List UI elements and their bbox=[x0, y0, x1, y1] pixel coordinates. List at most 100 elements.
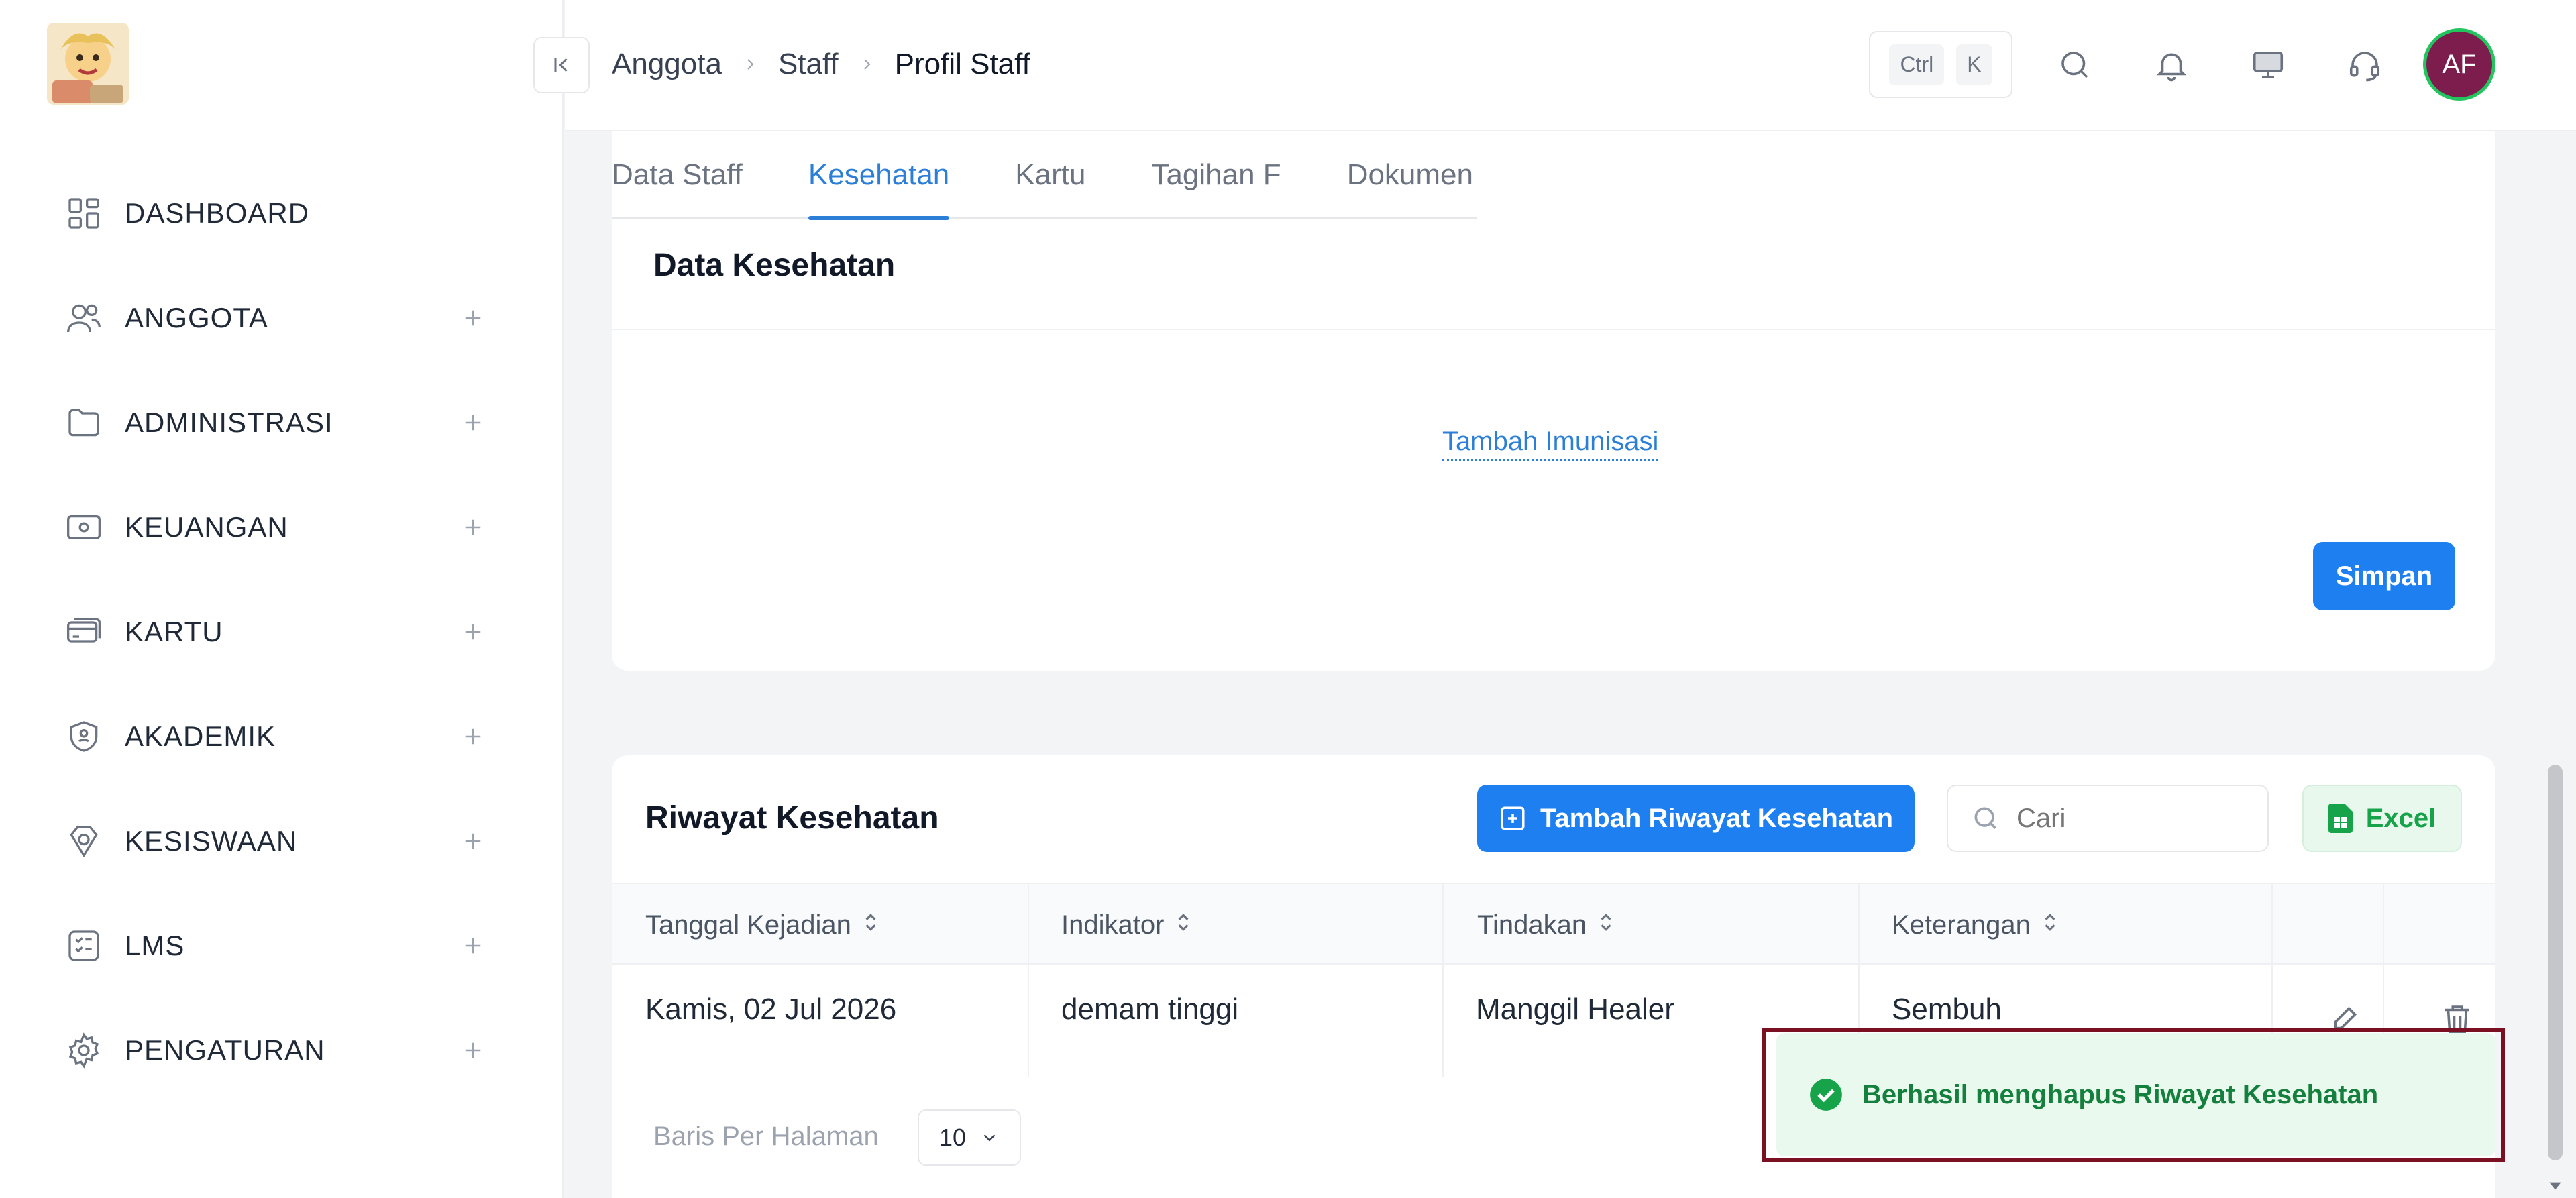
tab-kartu[interactable]: Kartu bbox=[1015, 131, 1085, 219]
checklist-icon bbox=[64, 926, 103, 965]
plus-icon[interactable] bbox=[456, 301, 490, 335]
cell-note: Sembuh bbox=[1892, 993, 2002, 1026]
tab-tagihan[interactable]: Tagihan F bbox=[1151, 131, 1281, 219]
sidebar-item-anggota[interactable]: ANGGOTA bbox=[0, 284, 564, 351]
cell-date: Kamis, 02 Jul 2026 bbox=[645, 993, 897, 1026]
plus-icon[interactable] bbox=[456, 929, 490, 963]
search-icon bbox=[1971, 804, 2000, 833]
column-label: Tanggal Kejadian bbox=[645, 910, 851, 940]
chevron-right-icon bbox=[742, 56, 758, 72]
add-health-history-label: Tambah Riwayat Kesehatan bbox=[1540, 803, 1894, 833]
breadcrumb: Anggota Staff Profil Staff bbox=[612, 44, 1030, 85]
health-history-title: Riwayat Kesehatan bbox=[645, 800, 939, 836]
column-label: Keterangan bbox=[1892, 910, 2031, 940]
sidebar-item-label: KARTU bbox=[125, 616, 223, 647]
breadcrumb-anggota[interactable]: Anggota bbox=[612, 48, 722, 81]
sidebar-item-label: LMS bbox=[125, 930, 185, 961]
tab-dokumen[interactable]: Dokumen bbox=[1347, 131, 1473, 219]
sidebar-item-label: ANGGOTA bbox=[125, 302, 268, 333]
headset-icon[interactable] bbox=[2341, 42, 2388, 89]
academic-icon bbox=[64, 717, 103, 756]
sidebar-item-kesiswaan[interactable]: KESISWAAN bbox=[0, 808, 564, 875]
chevron-right-icon bbox=[859, 56, 875, 72]
table-header: Tanggal Kejadian Indikator Tindakan Kete… bbox=[612, 883, 2496, 965]
plus-icon[interactable] bbox=[456, 824, 490, 858]
check-circle-icon bbox=[1809, 1077, 1843, 1112]
plus-square-icon bbox=[1499, 804, 1527, 832]
rows-per-page-select[interactable]: 10 bbox=[918, 1109, 1021, 1166]
folder-icon bbox=[64, 403, 103, 442]
bell-icon[interactable] bbox=[2148, 42, 2195, 89]
sidebar-item-label: KEUANGAN bbox=[125, 511, 288, 543]
sidebar-item-kartu[interactable]: KARTU bbox=[0, 598, 564, 665]
tab-data-staff[interactable]: Data Staff bbox=[612, 131, 743, 219]
column-label: Tindakan bbox=[1477, 910, 1587, 940]
plus-icon[interactable] bbox=[456, 720, 490, 753]
sidebar-item-label: ADMINISTRASI bbox=[125, 406, 333, 438]
column-tanggal-kejadian[interactable]: Tanggal Kejadian bbox=[645, 884, 879, 966]
scroll-down-arrow-icon[interactable] bbox=[2546, 1177, 2564, 1194]
sidebar-item-akademik[interactable]: AKADEMIK bbox=[0, 703, 564, 770]
rows-per-page-value: 10 bbox=[938, 1124, 967, 1151]
cell-indicator: demam tinggi bbox=[1061, 993, 1239, 1026]
add-health-history-button[interactable]: Tambah Riwayat Kesehatan bbox=[1477, 785, 1915, 852]
column-keterangan[interactable]: Keterangan bbox=[1892, 884, 2059, 966]
sidebar-item-label: DASHBOARD bbox=[125, 197, 310, 229]
badge-icon bbox=[64, 822, 103, 861]
sort-icon bbox=[862, 910, 879, 940]
toast-message: Berhasil menghapus Riwayat Kesehatan bbox=[1862, 1079, 2379, 1109]
sidebar-item-pengaturan[interactable]: PENGATURAN bbox=[0, 1017, 564, 1084]
plus-icon[interactable] bbox=[456, 510, 490, 544]
sidebar-item-keuangan[interactable]: KEUANGAN bbox=[0, 494, 564, 561]
sidebar-item-administrasi[interactable]: ADMINISTRASI bbox=[0, 389, 564, 456]
section-divider bbox=[612, 329, 2496, 330]
column-indikator[interactable]: Indikator bbox=[1061, 884, 1192, 966]
plus-icon[interactable] bbox=[456, 615, 490, 649]
sidebar-item-lms[interactable]: LMS bbox=[0, 912, 564, 979]
app-logo[interactable] bbox=[47, 23, 129, 105]
excel-label: Excel bbox=[2365, 803, 2436, 833]
tab-kesehatan[interactable]: Kesehatan bbox=[808, 131, 950, 220]
sort-icon bbox=[2041, 910, 2059, 940]
monitor-icon[interactable] bbox=[2245, 42, 2292, 89]
column-divider bbox=[1442, 883, 1444, 1077]
sidebar-item-label: KESISWAAN bbox=[125, 825, 298, 857]
sort-icon bbox=[1597, 910, 1615, 940]
search-field[interactable] bbox=[1947, 785, 2269, 852]
plus-icon[interactable] bbox=[456, 1034, 490, 1067]
breadcrumb-staff[interactable]: Staff bbox=[778, 48, 839, 81]
command-palette-shortcut[interactable]: Ctrl K bbox=[1869, 31, 2012, 98]
sidebar-item-label: PENGATURAN bbox=[125, 1034, 325, 1066]
sort-icon bbox=[1175, 910, 1192, 940]
export-excel-button[interactable]: Excel bbox=[2302, 785, 2462, 852]
plus-icon[interactable] bbox=[456, 406, 490, 439]
gear-icon bbox=[64, 1031, 103, 1070]
avatar[interactable]: AF bbox=[2423, 28, 2496, 101]
sidebar: DASHBOARD ANGGOTA ADMINISTRASI KEUANGAN … bbox=[0, 0, 564, 1198]
column-divider bbox=[1028, 883, 1029, 1077]
sidebar-item-dashboard[interactable]: DASHBOARD bbox=[0, 180, 564, 247]
profile-tabs: Data Staff Kesehatan Kartu Tagihan F Dok… bbox=[612, 131, 1477, 220]
chevron-down-icon bbox=[979, 1128, 1000, 1148]
search-icon[interactable] bbox=[2051, 42, 2098, 89]
card-icon bbox=[64, 612, 103, 651]
collapse-sidebar-button[interactable] bbox=[533, 37, 590, 93]
wallet-icon bbox=[64, 508, 103, 547]
scrollbar-thumb[interactable] bbox=[2548, 765, 2563, 1160]
cell-action: Manggil Healer bbox=[1476, 993, 1674, 1026]
spreadsheet-icon bbox=[2328, 804, 2353, 833]
health-data-title: Data Kesehatan bbox=[653, 248, 896, 283]
column-tindakan[interactable]: Tindakan bbox=[1477, 884, 1615, 966]
add-immunization-link[interactable]: Tambah Imunisasi bbox=[1442, 427, 1659, 461]
breadcrumb-profil-staff: Profil Staff bbox=[894, 48, 1030, 80]
success-toast: Berhasil menghapus Riwayat Kesehatan bbox=[1776, 1033, 2496, 1156]
dashboard-icon bbox=[64, 194, 103, 233]
kbd-ctrl: Ctrl bbox=[1889, 44, 1945, 85]
users-icon bbox=[64, 298, 103, 337]
rows-per-page-label: Baris Per Halaman bbox=[653, 1122, 879, 1151]
save-button[interactable]: Simpan bbox=[2313, 542, 2455, 610]
column-label: Indikator bbox=[1061, 910, 1165, 940]
sidebar-item-label: AKADEMIK bbox=[125, 720, 276, 752]
kbd-k: K bbox=[1956, 44, 1992, 85]
search-input[interactable] bbox=[2017, 803, 2231, 834]
